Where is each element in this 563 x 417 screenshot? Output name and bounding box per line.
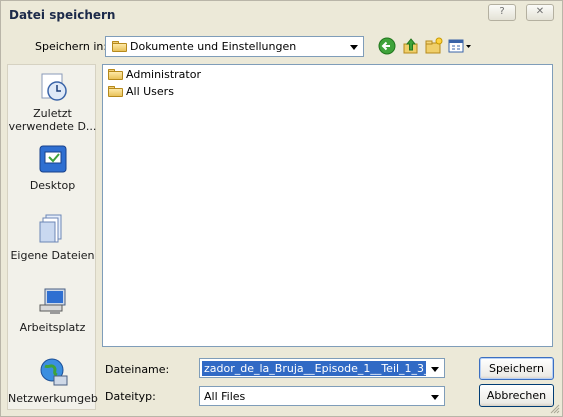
save-in-combo[interactable]: Dokumente und Einstellungen (105, 36, 364, 57)
filename-label: Dateiname: (105, 363, 170, 376)
place-recent[interactable]: Zuletzt verwendete D... (8, 71, 97, 133)
list-item[interactable]: All Users (108, 84, 174, 100)
places-bar: Zuletzt verwendete D... Desktop Eigene D… (7, 64, 98, 410)
folder-icon (108, 86, 123, 97)
chevron-down-icon[interactable] (346, 38, 362, 55)
new-folder-icon[interactable] (425, 37, 445, 57)
place-label: Zuletzt verwendete D... (8, 107, 97, 133)
filetype-value: All Files (204, 390, 246, 403)
list-item[interactable]: Administrator (108, 67, 201, 83)
cancel-button[interactable]: Abbrechen (479, 384, 554, 407)
close-button[interactable]: ✕ (526, 4, 554, 21)
filetype-select[interactable]: All Files (199, 386, 445, 406)
place-label: Desktop (29, 179, 76, 192)
my-computer-icon (37, 285, 69, 317)
desktop-icon (37, 143, 69, 175)
save-in-value: Dokumente und Einstellungen (130, 40, 297, 53)
save-in-label: Speichern in: (35, 40, 108, 53)
resize-grip-icon[interactable] (550, 404, 560, 414)
view-menu-icon[interactable] (448, 37, 474, 57)
chevron-down-icon[interactable] (427, 360, 443, 376)
save-button[interactable]: Speichern (479, 357, 554, 380)
back-icon[interactable] (378, 37, 398, 57)
network-icon (37, 356, 69, 388)
place-label: Netzwerkumgeb (8, 392, 98, 405)
place-my-documents[interactable]: Eigene Dateien (8, 213, 97, 262)
chevron-down-icon[interactable] (427, 388, 443, 404)
filename-combo[interactable]: zador_de_la_Bruja__Episode_1__Teil_1_3_.… (199, 358, 445, 378)
filetype-label: Dateityp: (105, 390, 156, 403)
file-name: Administrator (126, 68, 201, 81)
place-my-computer[interactable]: Arbeitsplatz (8, 285, 97, 334)
file-name: All Users (126, 85, 174, 98)
file-list[interactable]: Administrator All Users (102, 64, 553, 347)
folder-icon (112, 41, 127, 52)
filename-input[interactable]: zador_de_la_Bruja__Episode_1__Teil_1_3_.… (202, 361, 426, 376)
place-label: Eigene Dateien (10, 249, 95, 262)
recent-documents-icon (37, 71, 69, 103)
place-label: Arbeitsplatz (19, 321, 86, 334)
dialog-title: Datei speichern (9, 8, 116, 22)
place-desktop[interactable]: Desktop (8, 143, 97, 192)
help-button[interactable]: ? (488, 4, 516, 21)
place-network[interactable]: Netzwerkumgeb (8, 356, 98, 405)
folder-icon (108, 69, 123, 80)
up-folder-icon[interactable] (402, 37, 422, 57)
save-dialog: Datei speichern ? ✕ Speichern in: Dokume… (0, 0, 563, 417)
my-documents-icon (37, 213, 69, 245)
